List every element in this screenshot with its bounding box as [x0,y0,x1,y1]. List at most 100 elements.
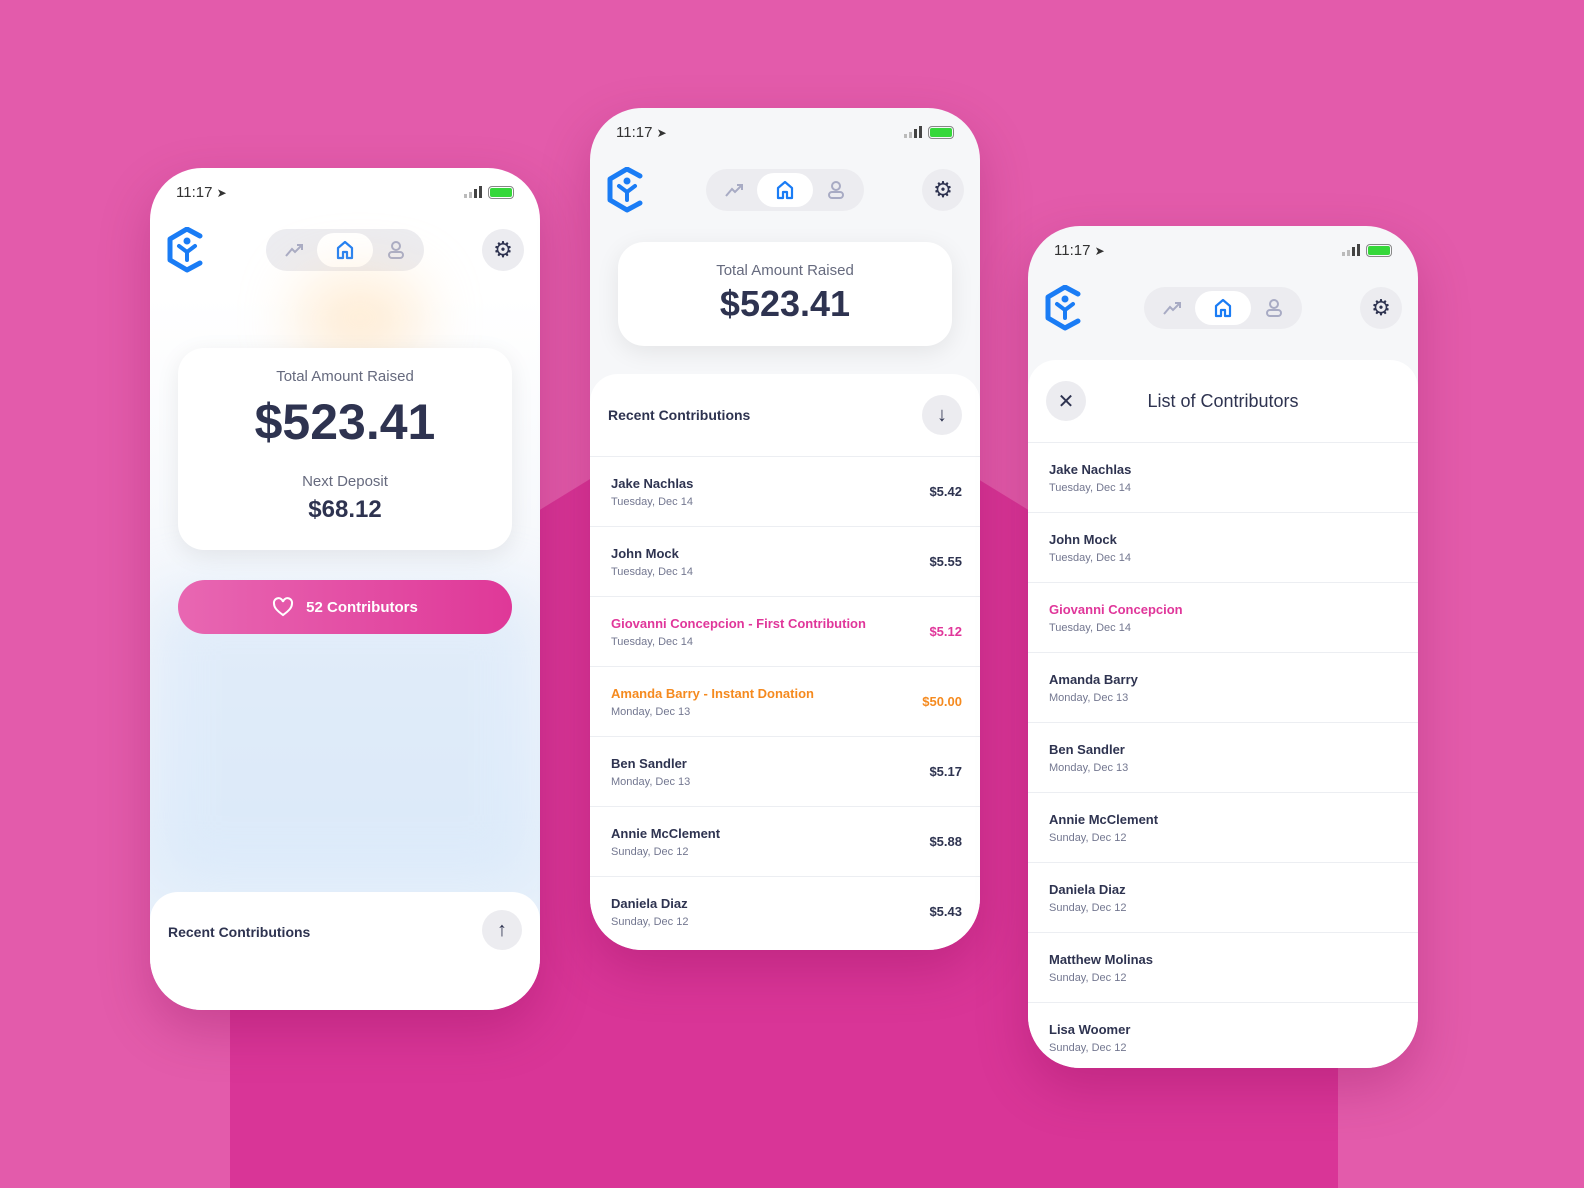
contribution-date: Sunday, Dec 12 [1049,831,1127,844]
top-nav: ⚙ [1044,285,1402,331]
total-label: Total Amount Raised [716,262,854,279]
expand-button[interactable]: ↑ [482,910,522,950]
close-button[interactable]: ✕ [1046,381,1086,421]
clock: 11:17 ➤ [176,183,227,201]
contributors-button-label: 52 Contributors [306,598,418,616]
settings-button[interactable]: ⚙ [1360,287,1402,329]
tab-profile[interactable] [373,233,420,267]
next-deposit-amount: $68.12 [308,496,382,523]
panel-title: List of Contributors [1147,390,1299,411]
list-item[interactable]: Amanda Barry Monday, Dec 13 [1028,652,1418,722]
list-item[interactable]: Daniela Diaz Sunday, Dec 12 [1028,862,1418,932]
list-item[interactable]: Ben Sandler Monday, Dec 13 $5.17 [590,736,980,806]
list-item[interactable]: Daniela Diaz Sunday, Dec 12 $5.43 [590,876,980,946]
gear-icon: ⚙ [493,237,513,262]
contributor-name: Jake Nachlas [1049,461,1132,477]
recent-contributions-title: Recent Contributions [168,924,311,940]
settings-button[interactable]: ⚙ [482,229,524,271]
tab-home[interactable] [317,233,373,267]
tab-trends[interactable] [710,173,757,207]
arrow-up-icon: ↑ [497,918,507,941]
list-item[interactable]: Jake Nachlas Tuesday, Dec 14 [1028,442,1418,512]
contribution-date: Monday, Dec 13 [1049,691,1129,704]
recent-contributions-screen: 11:17 ➤ ⚙ Total Amount Raised $523.41 Re… [590,108,980,950]
tab-trends[interactable] [1148,291,1195,325]
clock: 11:17 ➤ [1054,241,1105,259]
contributors-screen: 11:17 ➤ ⚙ ✕ List of Contributors Jake Na… [1028,226,1418,1068]
next-deposit-label: Next Deposit [302,473,388,490]
tab-profile[interactable] [1251,291,1298,325]
list-item[interactable]: John Mock Tuesday, Dec 14 [1028,512,1418,582]
contributors-button[interactable]: 52 Contributors [178,580,512,634]
trend-icon [284,244,303,257]
tab-home[interactable] [1195,291,1251,325]
home-icon [1214,298,1232,318]
list-item[interactable]: John Mock Tuesday, Dec 14 $5.55 [590,526,980,596]
contributor-name: John Mock [611,545,679,561]
list-item[interactable]: Ben Sandler Monday, Dec 13 [1028,722,1418,792]
list-item[interactable]: Annie McClement Sunday, Dec 12 [1028,792,1418,862]
contribution-amount: $5.43 [929,904,962,919]
recent-contributions-title: Recent Contributions [608,407,751,423]
contribution-date: Tuesday, Dec 14 [611,635,693,648]
logo-icon [167,227,203,273]
contribution-date: Tuesday, Dec 14 [1049,481,1131,494]
top-nav: ⚙ [606,167,964,213]
close-icon: ✕ [1057,390,1075,413]
contribution-amount: $50.00 [922,694,962,709]
contributor-name: Matthew Molinas [1049,951,1154,967]
status-bar: 11:17 ➤ [1054,240,1392,260]
list-item[interactable]: Giovanni Concepcion - First Contribution… [590,596,980,666]
contribution-date: Monday, Dec 13 [1049,761,1129,774]
list-item[interactable]: Giovanni Concepcion Tuesday, Dec 14 [1028,582,1418,652]
contribution-date: Sunday, Dec 12 [1049,901,1127,914]
signal-icon [1342,244,1360,256]
top-nav: ⚙ [166,227,524,273]
contribution-date: Tuesday, Dec 14 [611,495,693,508]
home-icon [776,180,794,200]
trend-icon [1162,302,1181,315]
contributions-list: Jake Nachlas Tuesday, Dec 14 $5.42 John Moc… [590,456,980,946]
total-amount: $523.41 [719,283,851,324]
contribution-date: Sunday, Dec 12 [1049,1041,1127,1054]
contribution-date: Tuesday, Dec 14 [1049,621,1131,634]
list-item[interactable]: Lisa Woomer Sunday, Dec 12 [1028,1002,1418,1068]
status-icons [1342,243,1392,257]
tab-profile[interactable] [813,173,860,207]
tab-trends[interactable] [270,233,317,267]
signal-icon [464,186,482,198]
user-icon [1266,299,1283,317]
contributor-name: Jake Nachlas [611,475,694,491]
gear-icon: ⚙ [1371,295,1391,320]
contributor-name: Amanda Barry - Instant Donation [611,685,814,701]
contributor-name: Amanda Barry [1049,671,1138,687]
settings-button[interactable]: ⚙ [922,169,964,211]
list-item[interactable]: Jake Nachlas Tuesday, Dec 14 $5.42 [590,456,980,526]
list-item[interactable]: Amanda Barry - Instant Donation Monday, D… [590,666,980,736]
arrow-down-icon: ↓ [937,403,947,426]
heart-icon [273,597,294,617]
battery-icon [1366,243,1392,257]
gear-icon: ⚙ [933,177,953,202]
status-icons [464,185,514,199]
total-amount: $523.41 [254,394,436,450]
total-card: Total Amount Raised $523.41 [618,242,952,346]
list-item[interactable]: Matthew Molinas Sunday, Dec 12 [1028,932,1418,1002]
contributor-name: Ben Sandler [1049,741,1125,757]
collapse-button[interactable]: ↓ [922,395,962,435]
status-bar: 11:17 ➤ [176,182,514,202]
battery-icon [488,185,514,199]
status-bar: 11:17 ➤ [616,122,954,142]
contribution-date: Sunday, Dec 12 [1049,971,1127,984]
trend-icon [724,184,743,197]
contributor-name: Daniela Diaz [1049,881,1126,897]
battery-icon [928,125,954,139]
contribution-date: Sunday, Dec 12 [611,845,689,858]
contribution-date: Tuesday, Dec 14 [1049,551,1131,564]
total-label: Total Amount Raised [276,368,414,385]
list-item[interactable]: Annie McClement Sunday, Dec 12 $5.88 [590,806,980,876]
tab-home[interactable] [757,173,813,207]
contribution-amount: $5.12 [929,624,962,639]
recent-contributions-sheet[interactable]: Recent Contributions ↑ [150,892,540,1010]
contributor-name: Daniela Diaz [611,895,688,911]
